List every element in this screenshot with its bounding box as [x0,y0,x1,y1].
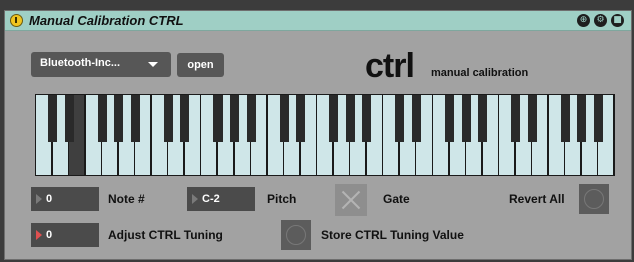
device-panel: Manual Calibration CTRL ⊕ ⚙ ■ Bluetooth-… [4,10,632,260]
device-dropdown[interactable]: Bluetooth-Inc... [31,52,171,77]
map-icon[interactable]: ⊕ [577,14,590,27]
piano-black-key[interactable] [329,95,339,142]
piano-black-key[interactable] [577,95,587,142]
power-icon[interactable] [10,14,23,27]
piano-keyboard[interactable] [35,94,615,176]
piano-black-key[interactable] [395,95,405,142]
save-icon[interactable]: ■ [611,14,624,27]
device-title: Manual Calibration CTRL [29,13,184,28]
logo-text: ctrl [365,47,415,85]
adjust-tuning-value: 0 [46,229,53,241]
note-number-label: Note # [108,192,145,206]
piano-black-key[interactable] [180,95,190,142]
pitch-value: C-2 [202,193,220,205]
open-button[interactable]: open [177,53,224,77]
triangle-right-icon [36,230,42,240]
chevron-down-icon [148,62,158,67]
store-tuning-label: Store CTRL Tuning Value [321,228,464,242]
piano-black-key[interactable] [246,95,256,142]
gate-label: Gate [383,192,410,206]
piano-black-key[interactable] [362,95,372,142]
store-tuning-button[interactable] [281,220,311,250]
gate-toggle[interactable] [335,184,367,216]
piano-black-key[interactable] [130,95,140,142]
triangle-right-icon [192,194,198,204]
piano-black-key[interactable] [296,95,306,142]
piano-black-key[interactable] [527,95,537,142]
adjust-tuning-label: Adjust CTRL Tuning [108,228,223,242]
piano-black-key[interactable] [345,95,355,142]
piano-black-key[interactable] [114,95,124,142]
device-dropdown-value: Bluetooth-Inc... [40,57,121,69]
triangle-right-icon [36,194,42,204]
piano-black-key[interactable] [64,95,74,142]
pitch-box[interactable]: C-2 [187,187,255,211]
revert-all-button[interactable] [579,184,609,214]
piano-black-key[interactable] [461,95,471,142]
piano-black-key[interactable] [411,95,422,142]
piano-black-key[interactable] [163,95,173,142]
piano-black-key[interactable] [97,95,107,142]
piano-black-key[interactable] [47,95,58,142]
revert-all-label: Revert All [509,192,565,206]
settings-icon[interactable]: ⚙ [594,14,607,27]
piano-black-key[interactable] [511,95,521,142]
piano-black-key[interactable] [478,95,488,142]
piano-black-key[interactable] [560,95,570,142]
device-titlebar: Manual Calibration CTRL ⊕ ⚙ ■ [5,11,631,31]
piano-black-key[interactable] [279,95,289,142]
pitch-label: Pitch [267,192,297,206]
note-number-value: 0 [46,193,53,205]
piano-black-key[interactable] [593,95,603,142]
note-number-box[interactable]: 0 [31,187,99,211]
adjust-tuning-box[interactable]: 0 [31,223,99,247]
piano-black-key[interactable] [229,95,240,142]
piano-black-key[interactable] [213,95,223,142]
logo-subtitle: manual calibration [431,67,529,79]
piano-black-key[interactable] [445,95,455,142]
